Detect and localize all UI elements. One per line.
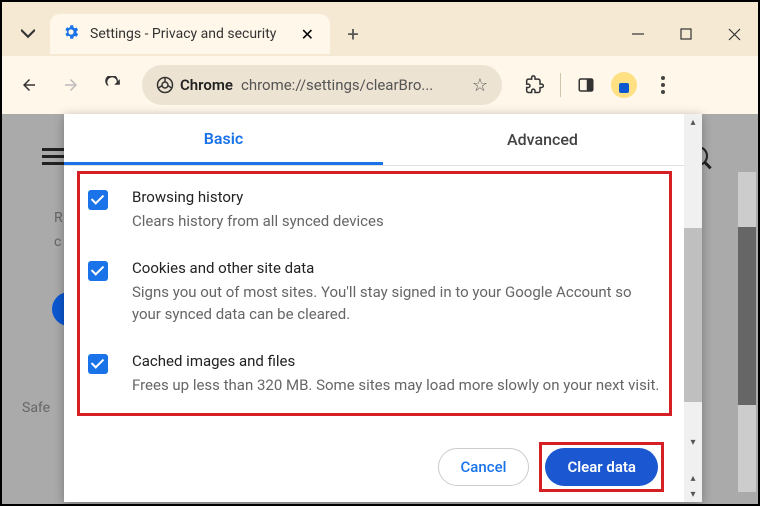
panel-icon xyxy=(577,76,595,94)
checkbox-checked[interactable] xyxy=(88,190,108,210)
clear-data-button[interactable]: Clear data xyxy=(545,448,658,486)
site-label: Chrome xyxy=(180,76,233,94)
option-desc: Signs you out of most sites. You'll stay… xyxy=(132,281,661,326)
option-text: Cached images and files Frees up less th… xyxy=(132,352,661,397)
checkbox-checked[interactable] xyxy=(88,354,108,374)
tab-close-button[interactable]: ✕ xyxy=(297,21,318,48)
dialog-tabs: Basic Advanced xyxy=(64,114,702,166)
option-browsing-history[interactable]: Browsing history Clears history from all… xyxy=(88,188,661,233)
chrome-icon xyxy=(156,76,174,94)
option-text: Cookies and other site data Signs you ou… xyxy=(132,259,661,326)
minimize-button[interactable] xyxy=(614,14,662,54)
arrow-right-icon xyxy=(62,76,80,94)
checkbox-checked[interactable] xyxy=(88,261,108,281)
option-title: Browsing history xyxy=(132,188,661,206)
scroll-down-arrow[interactable]: ▾ xyxy=(684,434,702,450)
new-tab-button[interactable]: + xyxy=(338,19,368,49)
bookmark-button[interactable]: ☆ xyxy=(472,75,488,96)
clear-browsing-data-dialog: Basic Advanced Browsing history Clears h… xyxy=(64,114,702,502)
toolbar-actions xyxy=(524,72,675,98)
side-panel-button[interactable] xyxy=(575,74,597,96)
clear-highlight-box: Clear data xyxy=(539,442,664,492)
bg-text: Safe xyxy=(22,400,50,416)
window-controls xyxy=(614,14,758,54)
bg-hamburger-icon xyxy=(42,148,64,165)
active-tab[interactable]: Settings - Privacy and security ✕ xyxy=(50,14,330,54)
cancel-button[interactable]: Cancel xyxy=(438,448,530,486)
url-text: chrome://settings/clearBro... xyxy=(241,76,464,94)
close-window-button[interactable] xyxy=(710,14,758,54)
toolbar: Chrome chrome://settings/clearBro... ☆ xyxy=(2,56,758,114)
tab-strip-bar: Settings - Privacy and security ✕ + xyxy=(2,2,758,56)
option-desc: Frees up less than 320 MB. Some sites ma… xyxy=(132,374,661,397)
bg-text: c xyxy=(54,234,61,250)
option-cookies[interactable]: Cookies and other site data Signs you ou… xyxy=(88,259,661,326)
gear-icon xyxy=(62,23,80,45)
scroll-up-arrow[interactable]: ▴ xyxy=(684,114,702,130)
option-title: Cached images and files xyxy=(132,352,661,370)
option-title: Cookies and other site data xyxy=(132,259,661,277)
maximize-icon xyxy=(680,28,692,40)
scroll-up-arrow[interactable]: ▴ xyxy=(684,470,702,486)
profile-button[interactable] xyxy=(611,72,637,98)
tab-basic[interactable]: Basic xyxy=(64,114,383,165)
forward-button[interactable] xyxy=(52,66,90,104)
close-icon xyxy=(728,28,741,41)
option-cached[interactable]: Cached images and files Frees up less th… xyxy=(88,352,661,397)
address-bar[interactable]: Chrome chrome://settings/clearBro... ☆ xyxy=(142,65,502,105)
bg-text: R xyxy=(54,210,63,226)
tab-title: Settings - Privacy and security xyxy=(90,26,276,42)
arrow-left-icon xyxy=(20,76,38,94)
minimize-icon xyxy=(632,28,644,40)
reload-button[interactable] xyxy=(94,66,132,104)
site-identity[interactable]: Chrome xyxy=(156,76,233,94)
dialog-scroll-thumb[interactable] xyxy=(684,228,702,402)
scroll-down-arrow[interactable]: ▾ xyxy=(684,486,702,502)
toolbar-divider xyxy=(560,73,561,97)
tab-advanced[interactable]: Advanced xyxy=(383,114,702,165)
reload-icon xyxy=(104,76,123,95)
option-desc: Clears history from all synced devices xyxy=(132,210,661,233)
puzzle-icon xyxy=(525,75,545,95)
maximize-button[interactable] xyxy=(662,14,710,54)
dialog-footer: Cancel Clear data xyxy=(64,432,684,502)
chevron-down-icon xyxy=(21,27,35,41)
tab-strip: Settings - Privacy and security ✕ + xyxy=(2,12,758,56)
bg-scroll-thumb xyxy=(738,227,756,405)
tab-search-button[interactable] xyxy=(10,16,46,52)
chrome-menu-button[interactable] xyxy=(651,76,675,94)
extensions-button[interactable] xyxy=(524,74,546,96)
option-text: Browsing history Clears history from all… xyxy=(132,188,661,233)
options-highlight-box: Browsing history Clears history from all… xyxy=(77,171,672,416)
back-button[interactable] xyxy=(10,66,48,104)
